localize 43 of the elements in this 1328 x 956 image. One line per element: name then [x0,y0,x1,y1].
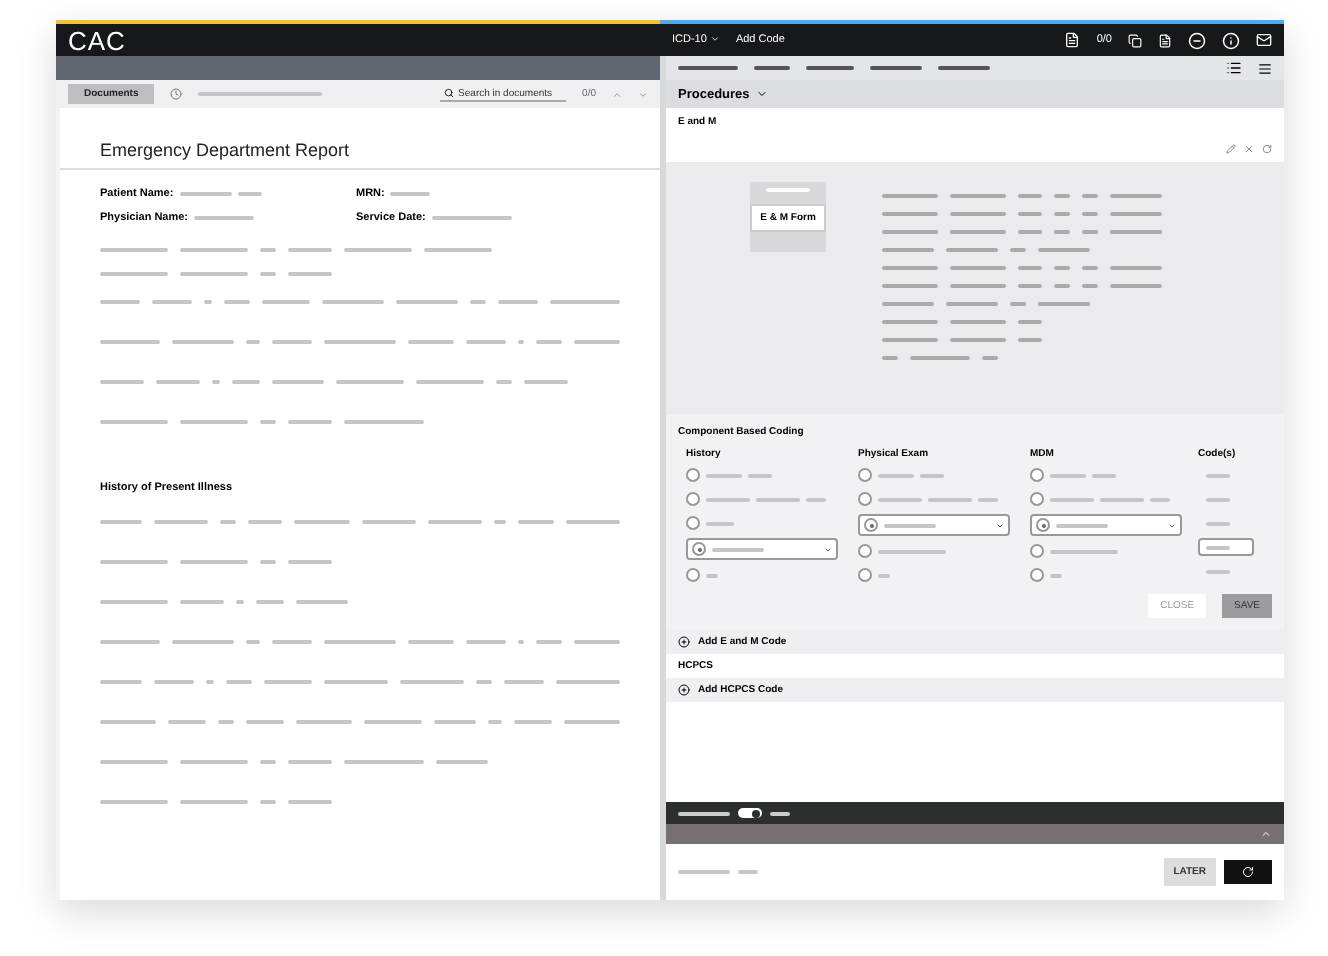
refresh-button[interactable] [1224,860,1272,884]
radio-button[interactable] [1030,568,1044,582]
info-icon[interactable] [1222,31,1240,49]
radio-button[interactable] [1030,468,1044,482]
compact-view-icon[interactable] [1258,61,1272,75]
radio-button[interactable] [858,568,872,582]
radio-button[interactable] [864,518,878,532]
radio-button[interactable] [858,492,872,506]
add-icon[interactable] [678,636,690,648]
clock-icon [170,88,183,100]
refresh-icon[interactable] [1262,143,1272,153]
radio-button[interactable] [692,542,706,556]
mail-icon[interactable] [1256,32,1272,48]
chevron-down-icon[interactable] [638,89,648,99]
refresh-icon [1242,866,1254,878]
option-select[interactable] [686,538,838,560]
list-view-icon[interactable] [1226,60,1242,76]
app-title: CAC [68,25,126,55]
radio-button[interactable] [686,492,700,506]
code-field[interactable] [1198,538,1254,556]
radio-button[interactable] [858,468,872,482]
radio-button[interactable] [858,544,872,558]
chevron-up-icon[interactable] [1260,828,1272,840]
radio-button[interactable] [686,516,700,530]
minus-circle-icon[interactable] [1188,31,1206,49]
chevron-up-icon[interactable] [612,89,622,99]
option-select[interactable] [1030,514,1182,536]
dropdown-icon[interactable] [755,88,768,100]
radio-button[interactable] [686,468,700,482]
add-icon[interactable] [678,684,690,696]
option-select[interactable] [858,514,1010,536]
radio-button[interactable] [1036,518,1050,532]
radio-button[interactable] [686,568,700,582]
document-icon[interactable] [1064,32,1081,48]
search-icon [444,88,455,98]
radio-button[interactable] [1030,492,1044,506]
caret-icon [709,34,720,45]
copy-icon[interactable] [1128,33,1142,47]
radio-button[interactable] [1030,544,1044,558]
edit-icon[interactable] [1226,143,1236,153]
file-icon[interactable] [1158,33,1172,47]
document-title: Emergency Department Report [60,108,660,170]
toggle-switch[interactable] [738,808,762,818]
